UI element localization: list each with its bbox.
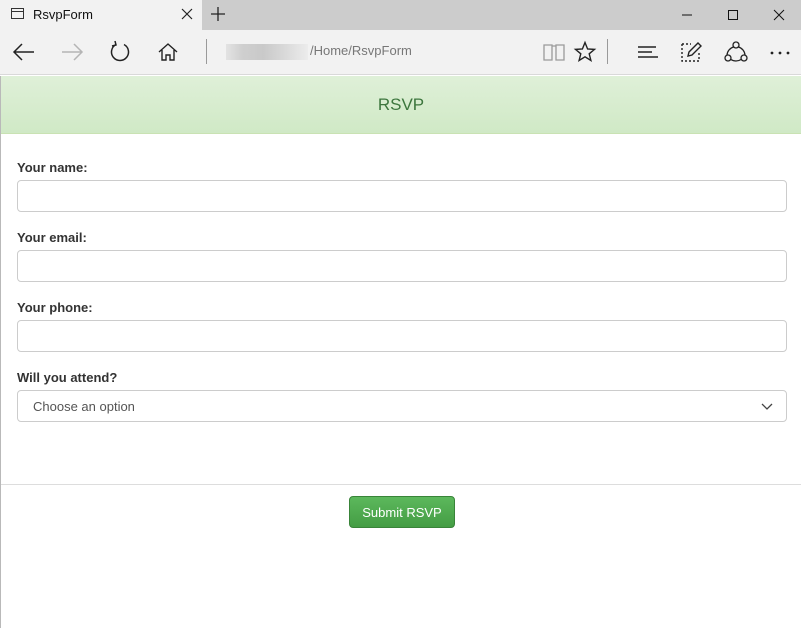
refresh-button[interactable] (106, 39, 134, 65)
address-bar[interactable]: /Home/RsvpForm (310, 43, 412, 58)
name-label: Your name: (17, 160, 88, 175)
page-header: RSVP (1, 76, 801, 134)
maximize-icon (728, 10, 738, 20)
share-button[interactable] (722, 39, 750, 65)
home-button[interactable] (154, 39, 182, 65)
home-icon (158, 43, 178, 61)
maximize-button[interactable] (710, 0, 756, 30)
page-icon (11, 8, 24, 19)
back-arrow-icon (12, 43, 34, 61)
back-button[interactable] (10, 39, 38, 65)
phone-label: Your phone: (17, 300, 93, 315)
reading-view-icon (543, 44, 565, 61)
email-input[interactable] (17, 250, 787, 282)
hub-button[interactable] (634, 39, 662, 65)
hub-icon (638, 46, 658, 58)
more-button[interactable] (766, 39, 794, 65)
address-host-redacted (226, 44, 308, 60)
forward-arrow-icon (62, 43, 84, 61)
favorite-star-icon (573, 40, 597, 63)
chevron-down-icon (761, 403, 773, 410)
minimize-icon (682, 14, 692, 16)
phone-input[interactable] (17, 320, 787, 352)
close-icon (773, 9, 785, 21)
web-note-button[interactable] (677, 39, 705, 65)
window-close-button[interactable] (756, 0, 801, 30)
refresh-icon (110, 40, 130, 62)
email-label: Your email: (17, 230, 87, 245)
new-tab-button[interactable] (208, 4, 228, 24)
address-separator (206, 39, 207, 64)
more-icon (770, 51, 790, 55)
name-input[interactable] (17, 180, 787, 212)
navigation-bar: /Home/RsvpForm (0, 30, 801, 75)
web-note-icon (681, 42, 702, 62)
active-tab[interactable]: RsvpForm (0, 0, 202, 30)
title-bar: RsvpForm (0, 0, 801, 30)
minimize-button[interactable] (664, 0, 710, 30)
favorite-button[interactable] (571, 39, 599, 65)
close-icon (181, 8, 193, 20)
toolbar-separator (607, 39, 608, 64)
reading-view-button[interactable] (540, 39, 568, 65)
attend-select-value: Choose an option (33, 399, 135, 414)
page-title: RSVP (377, 94, 425, 114)
forward-button[interactable] (58, 39, 86, 65)
attend-select[interactable]: Choose an option (17, 390, 787, 422)
tab-title: RsvpForm (33, 7, 93, 22)
content-divider (1, 484, 801, 485)
share-icon (724, 41, 748, 62)
plus-icon (211, 7, 225, 21)
attend-label: Will you attend? (17, 370, 118, 385)
page-content: RSVP Your name: Your email: Your phone: … (0, 76, 801, 628)
submit-rsvp-button[interactable]: Submit RSVP (349, 496, 455, 528)
tab-close-button[interactable] (178, 4, 196, 24)
